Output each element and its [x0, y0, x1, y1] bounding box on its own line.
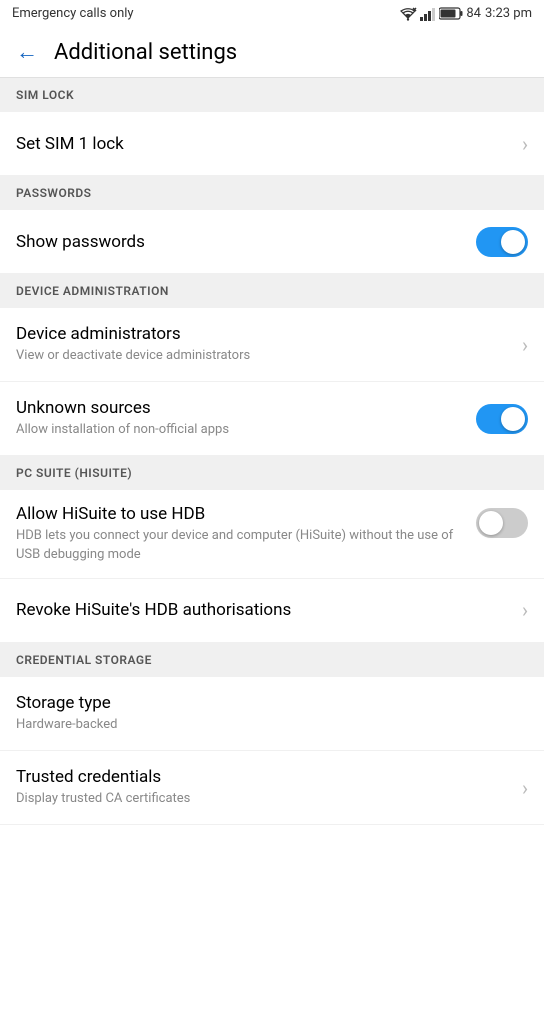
status-bar-right: 84 3:23 pm — [399, 6, 532, 21]
device-administrators-subtitle: View or deactivate device administrators — [16, 347, 514, 365]
storage-type-title: Storage type — [16, 693, 520, 713]
signal-icon — [420, 7, 436, 21]
chevron-icon: › — [522, 776, 528, 800]
chevron-icon: › — [522, 132, 528, 156]
battery-icon — [439, 7, 463, 20]
device-administrators-title: Device administrators — [16, 324, 514, 344]
list-item-unknown-sources[interactable]: Unknown sources Allow installation of no… — [0, 382, 544, 456]
unknown-sources-subtitle: Allow installation of non-official apps — [16, 421, 468, 439]
section-sim-lock: SIM LOCK Set SIM 1 lock › — [0, 78, 544, 176]
allow-hisuite-hdb-subtitle: HDB lets you connect your device and com… — [16, 527, 468, 563]
list-item-revoke-hisuite[interactable]: Revoke HiSuite's HDB authorisations › — [0, 579, 544, 643]
status-icons: 84 — [399, 6, 481, 21]
show-passwords-title: Show passwords — [16, 232, 468, 252]
page-title: Additional settings — [54, 40, 237, 65]
trusted-credentials-subtitle: Display trusted CA certificates — [16, 790, 514, 808]
battery-level: 84 — [466, 6, 481, 21]
trusted-credentials-title: Trusted credentials — [16, 767, 514, 787]
chevron-icon: › — [522, 598, 528, 622]
status-bar: Emergency calls only — [0, 0, 544, 27]
section-header-sim-lock: SIM LOCK — [0, 78, 544, 112]
unknown-sources-toggle[interactable] — [476, 404, 528, 434]
list-item-device-administrators[interactable]: Device administrators View or deactivate… — [0, 308, 544, 382]
unknown-sources-title: Unknown sources — [16, 398, 468, 418]
section-header-pc-suite: PC SUITE (HISUITE) — [0, 456, 544, 490]
list-item-set-sim1-lock[interactable]: Set SIM 1 lock › — [0, 112, 544, 176]
list-item-trusted-credentials[interactable]: Trusted credentials Display trusted CA c… — [0, 751, 544, 825]
section-header-passwords: PASSWORDS — [0, 176, 544, 210]
section-passwords: PASSWORDS Show passwords — [0, 176, 544, 274]
show-passwords-toggle[interactable] — [476, 227, 528, 257]
toggle-knob — [501, 407, 525, 431]
section-header-credential-storage: CREDENTIAL STORAGE — [0, 643, 544, 677]
allow-hisuite-hdb-toggle[interactable] — [476, 508, 528, 538]
section-header-device-admin: DEVICE ADMINISTRATION — [0, 274, 544, 308]
set-sim1-lock-title: Set SIM 1 lock — [16, 134, 514, 154]
list-item-allow-hisuite-hdb[interactable]: Allow HiSuite to use HDB HDB lets you co… — [0, 490, 544, 578]
toolbar: ← Additional settings — [0, 27, 544, 78]
allow-hisuite-hdb-title: Allow HiSuite to use HDB — [16, 504, 468, 524]
section-credential-storage: CREDENTIAL STORAGE Storage type Hardware… — [0, 643, 544, 825]
time-display: 3:23 pm — [485, 6, 532, 21]
storage-type-subtitle: Hardware-backed — [16, 716, 520, 734]
toggle-knob — [479, 511, 503, 535]
list-item-storage-type: Storage type Hardware-backed — [0, 677, 544, 751]
chevron-icon: › — [522, 333, 528, 357]
revoke-hisuite-title: Revoke HiSuite's HDB authorisations — [16, 600, 514, 620]
back-button[interactable]: ← — [16, 39, 38, 65]
toggle-knob — [501, 230, 525, 254]
status-bar-left: Emergency calls only — [12, 6, 134, 21]
section-pc-suite: PC SUITE (HISUITE) Allow HiSuite to use … — [0, 456, 544, 642]
wifi-icon — [399, 7, 417, 21]
section-device-administration: DEVICE ADMINISTRATION Device administrat… — [0, 274, 544, 456]
list-item-show-passwords[interactable]: Show passwords — [0, 210, 544, 274]
